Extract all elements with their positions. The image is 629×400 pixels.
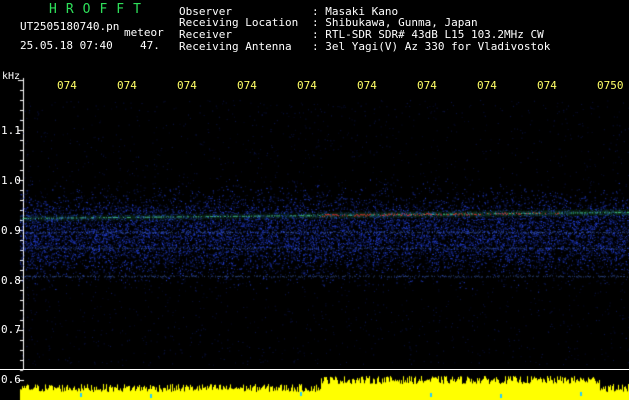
time-tick: 074 <box>357 79 377 92</box>
filename-label: UT2505180740.pn <box>20 20 120 33</box>
time-tick: 074 <box>117 79 137 92</box>
meteor-count: 47. <box>140 39 160 52</box>
info-value-receiver: : RTL-SDR SDR# 43dB L15 103.2MHz CW <box>312 28 544 41</box>
time-tick: 074 <box>57 79 77 92</box>
axis-unit-label: kHz <box>2 71 21 82</box>
freq-tick: 1.0 <box>1 174 21 187</box>
spectrogram-waterfall <box>0 0 629 400</box>
app-title: HROFFT <box>49 2 150 17</box>
time-tick: 074 <box>177 79 197 92</box>
info-label-location: Receiving Location <box>179 16 299 29</box>
meteor-label: meteor <box>124 26 164 39</box>
info-label-antenna: Receiving Antenna <box>179 40 292 53</box>
info-label-receiver: Receiver <box>179 28 232 41</box>
info-value-antenna: : 3el Yagi(V) Az 330 for Vladivostok <box>312 40 551 53</box>
freq-tick: 0.6 <box>1 373 21 386</box>
freq-tick: 0.7 <box>1 323 21 336</box>
time-tick: 074 <box>297 79 317 92</box>
freq-tick: 0.9 <box>1 224 21 237</box>
freq-tick: 1.1 <box>1 124 21 137</box>
time-tick: 074 <box>477 79 497 92</box>
time-tick: 074 <box>537 79 557 92</box>
time-tick: 074 <box>237 79 257 92</box>
time-tick: 0750 <box>597 79 624 92</box>
datetime-label: 25.05.18 07:40 <box>20 39 113 52</box>
time-tick: 074 <box>417 79 437 92</box>
freq-tick: 0.8 <box>1 274 21 287</box>
info-value-location: : Shibukawa, Gunma, Japan <box>312 16 478 29</box>
baseline-divider <box>0 369 629 370</box>
